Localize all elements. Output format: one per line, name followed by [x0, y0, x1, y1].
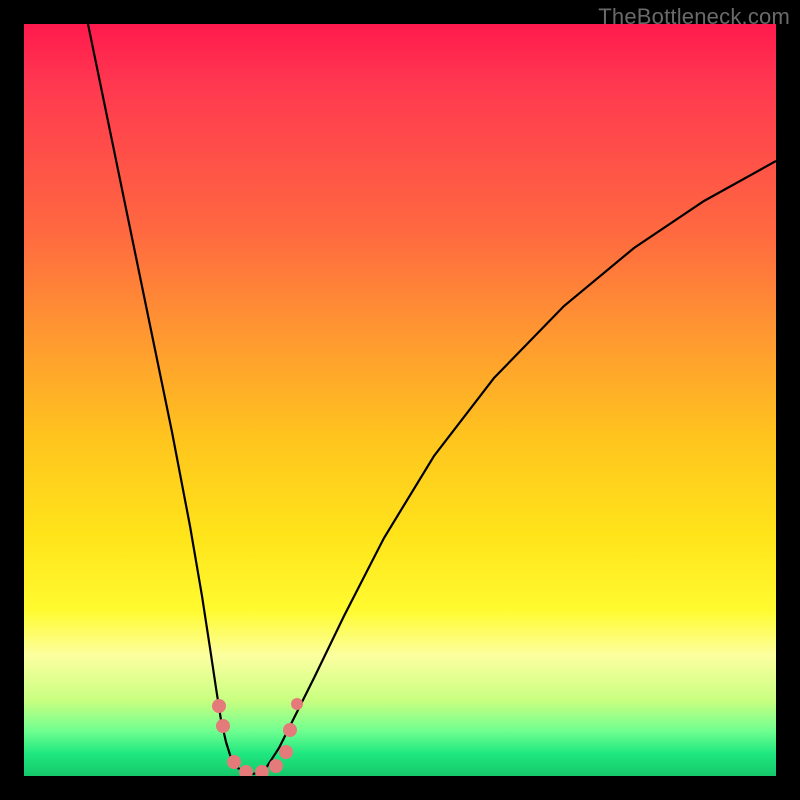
- marker-dot: [239, 765, 253, 776]
- marker-dot: [269, 759, 283, 773]
- marker-dot: [212, 699, 226, 713]
- marker-dot: [291, 698, 303, 710]
- right-curve: [254, 161, 776, 774]
- marker-dot: [279, 745, 293, 759]
- plot-area: [24, 24, 776, 776]
- watermark-text: TheBottleneck.com: [598, 4, 790, 30]
- chart-curves: [24, 24, 776, 776]
- marker-dot: [216, 719, 230, 733]
- left-curve: [88, 24, 254, 774]
- marker-dot: [227, 755, 241, 769]
- marker-dot: [283, 723, 297, 737]
